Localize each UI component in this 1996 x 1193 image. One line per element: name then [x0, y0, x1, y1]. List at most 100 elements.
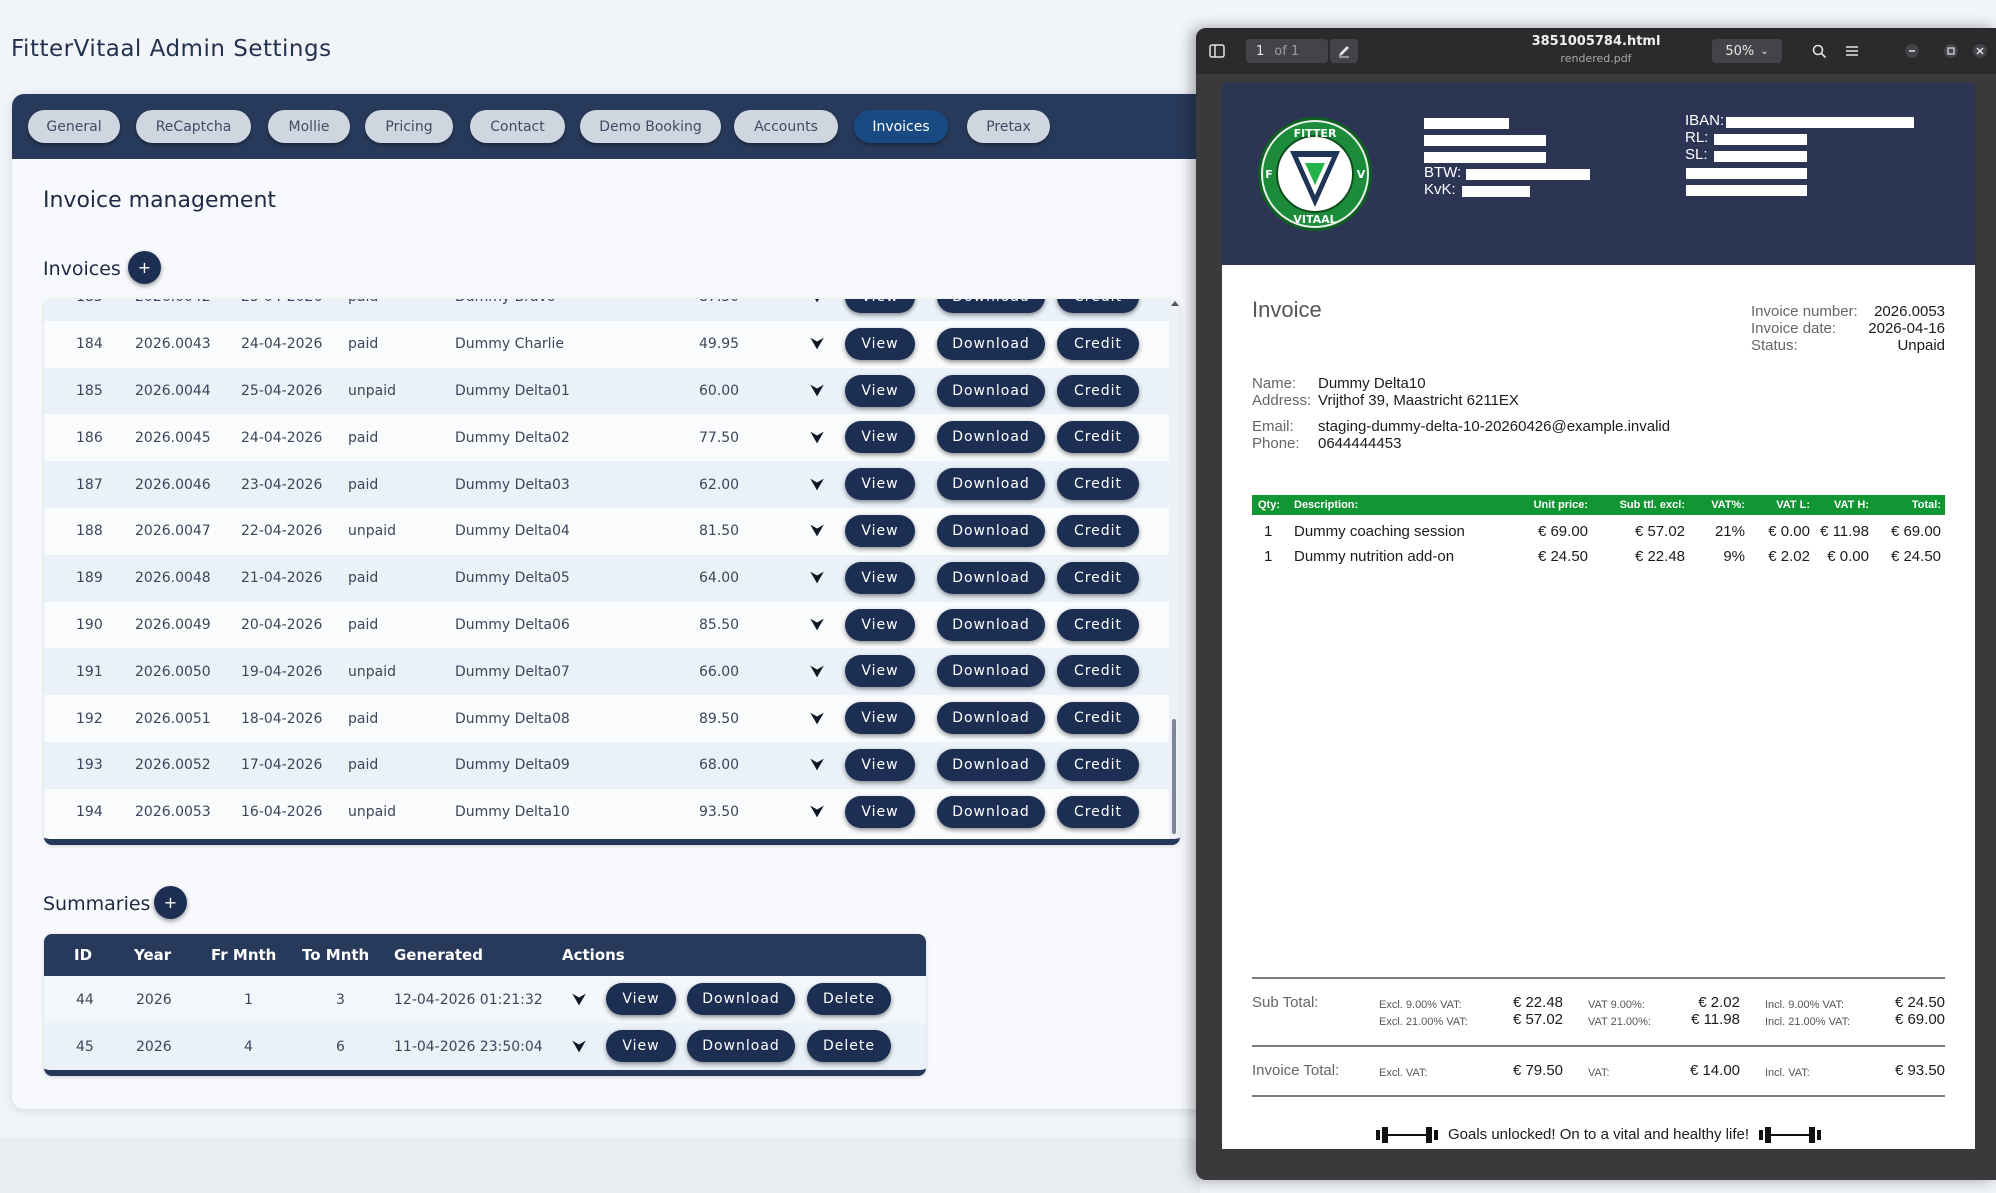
credit-button[interactable]: Credit — [1057, 748, 1139, 781]
invoices-scrollbar[interactable] — [1169, 299, 1180, 839]
expand-caret-icon[interactable]: ⮟ — [810, 555, 824, 602]
expand-caret-icon[interactable]: ⮟ — [810, 742, 824, 789]
view-button[interactable]: View — [845, 561, 915, 594]
svg-text:V: V — [1357, 168, 1366, 181]
view-button[interactable]: View — [845, 655, 915, 688]
credit-button[interactable]: Credit — [1057, 655, 1139, 688]
close-icon[interactable] — [1969, 40, 1991, 62]
credit-button[interactable]: Credit — [1057, 514, 1139, 547]
invoice-number: 2026.0053 — [135, 804, 211, 821]
customer-name: Dummy Delta03 — [455, 476, 570, 493]
view-button[interactable]: View — [845, 608, 915, 641]
zoom-select[interactable]: 50% ⌄ — [1712, 39, 1782, 63]
credit-button[interactable]: Credit — [1057, 374, 1139, 407]
view-button[interactable]: View — [845, 702, 915, 735]
tab-invoices[interactable]: Invoices — [854, 110, 948, 143]
view-button[interactable]: View — [845, 374, 915, 407]
credit-button[interactable]: Credit — [1057, 561, 1139, 594]
invoice-id: 191 — [76, 663, 103, 680]
credit-button[interactable]: Credit — [1057, 468, 1139, 501]
view-button[interactable]: View — [606, 1030, 676, 1062]
expand-caret-icon[interactable]: ⮟ — [572, 1023, 586, 1070]
view-button[interactable]: View — [845, 299, 915, 313]
tab-general[interactable]: General — [28, 110, 120, 143]
page-indicator[interactable]: 1 of 1 — [1246, 39, 1328, 63]
tab-pricing[interactable]: Pricing — [365, 110, 453, 143]
tab-recaptcha[interactable]: ReCaptcha — [136, 110, 251, 143]
maximize-icon[interactable] — [1940, 40, 1962, 62]
expand-caret-icon[interactable]: ⮟ — [810, 602, 824, 649]
page-number-input[interactable]: 1 — [1256, 44, 1264, 59]
expand-caret-icon[interactable]: ⮟ — [810, 414, 824, 461]
view-button[interactable]: View — [606, 983, 676, 1015]
expand-caret-icon[interactable]: ⮟ — [810, 321, 824, 368]
expand-caret-icon[interactable]: ⮟ — [810, 695, 824, 742]
page-total: of 1 — [1274, 43, 1300, 59]
view-button[interactable]: View — [845, 748, 915, 781]
excl9-value: € 22.48 — [1512, 994, 1563, 1011]
col-vat-percent: VAT%: — [1711, 499, 1745, 511]
download-button[interactable]: Download — [937, 795, 1045, 828]
download-button[interactable]: Download — [937, 468, 1045, 501]
add-invoice-button[interactable]: + — [128, 251, 161, 284]
menu-icon[interactable] — [1841, 40, 1863, 62]
download-button[interactable]: Download — [937, 299, 1045, 313]
scroll-thumb[interactable] — [1172, 719, 1176, 834]
download-button[interactable]: Download — [687, 1030, 795, 1062]
search-icon[interactable] — [1808, 40, 1830, 62]
sidebar-toggle-icon[interactable] — [1206, 40, 1228, 62]
expand-caret-icon[interactable]: ⮟ — [810, 368, 824, 415]
redacted-field — [1424, 135, 1546, 146]
invoice-footer: Goals unlocked! On to a vital and health… — [1222, 1126, 1975, 1144]
scroll-up-arrow-icon[interactable] — [1171, 301, 1179, 306]
invoice-row: 189 2026.0048 21-04-2026 paid Dummy Delta05 6… — [44, 554, 1169, 602]
view-button[interactable]: View — [845, 468, 915, 501]
credit-button[interactable]: Credit — [1057, 795, 1139, 828]
tab-contact[interactable]: Contact — [470, 110, 565, 143]
expand-caret-icon[interactable]: ⮟ — [572, 976, 586, 1023]
credit-button[interactable]: Credit — [1057, 299, 1139, 313]
invoice-row: 188 2026.0047 22-04-2026 unpaid Dummy Delta0… — [44, 507, 1169, 555]
expand-caret-icon[interactable]: ⮟ — [810, 299, 824, 321]
customer-email-label: Email: — [1252, 418, 1294, 435]
credit-button[interactable]: Credit — [1057, 327, 1139, 360]
tab-mollie[interactable]: Mollie — [268, 110, 350, 143]
tab-accounts[interactable]: Accounts — [734, 110, 838, 143]
credit-button[interactable]: Credit — [1057, 421, 1139, 454]
view-button[interactable]: View — [845, 514, 915, 547]
delete-button[interactable]: Delete — [807, 983, 891, 1015]
download-button[interactable]: Download — [937, 608, 1045, 641]
download-button[interactable]: Download — [937, 655, 1045, 688]
credit-button[interactable]: Credit — [1057, 608, 1139, 641]
redacted-field — [1466, 169, 1590, 180]
annotate-pen-icon[interactable] — [1330, 39, 1358, 63]
download-button[interactable]: Download — [937, 421, 1045, 454]
pdf-subtitle: rendered.pdf — [1560, 52, 1632, 65]
download-button[interactable]: Download — [937, 514, 1045, 547]
tab-demo-booking[interactable]: Demo Booking — [580, 110, 721, 143]
minimize-icon[interactable] — [1901, 40, 1923, 62]
delete-button[interactable]: Delete — [807, 1030, 891, 1062]
expand-caret-icon[interactable]: ⮟ — [810, 648, 824, 695]
expand-caret-icon[interactable]: ⮟ — [810, 461, 824, 508]
expand-caret-icon[interactable]: ⮟ — [810, 789, 824, 836]
view-button[interactable]: View — [845, 421, 915, 454]
customer-name: Dummy Delta09 — [455, 757, 570, 774]
redacted-field — [1462, 186, 1530, 197]
invoice-status: paid — [348, 710, 379, 727]
download-button[interactable]: Download — [937, 327, 1045, 360]
expand-caret-icon[interactable]: ⮟ — [810, 508, 824, 555]
view-button[interactable]: View — [845, 327, 915, 360]
download-button[interactable]: Download — [937, 374, 1045, 407]
view-button[interactable]: View — [845, 795, 915, 828]
credit-button[interactable]: Credit — [1057, 702, 1139, 735]
download-button[interactable]: Download — [937, 748, 1045, 781]
download-button[interactable]: Download — [687, 983, 795, 1015]
summaries-heading: Summaries — [43, 893, 151, 915]
download-button[interactable]: Download — [937, 702, 1045, 735]
zoom-level: 50% — [1725, 43, 1755, 59]
line-vat-percent: 21% — [1714, 522, 1745, 540]
add-summary-button[interactable]: + — [154, 886, 187, 919]
download-button[interactable]: Download — [937, 561, 1045, 594]
tab-pretax[interactable]: Pretax — [967, 110, 1050, 143]
